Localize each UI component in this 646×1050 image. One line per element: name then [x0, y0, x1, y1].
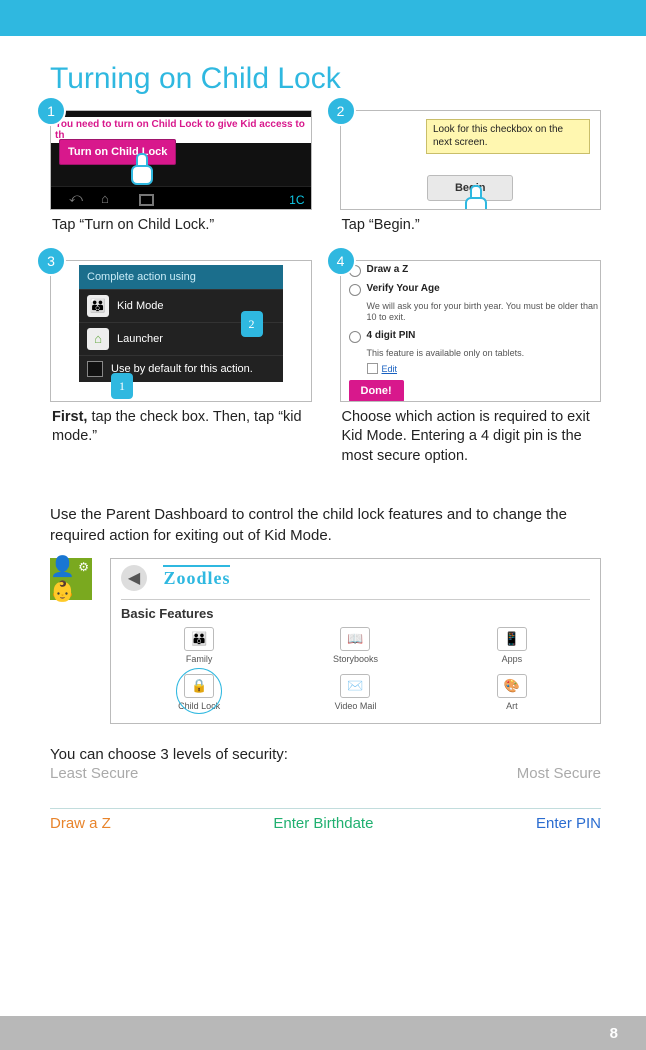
option-label: Kid Mode [117, 300, 163, 312]
method-draw-z: Draw a Z [50, 815, 111, 832]
tap-hand-icon [461, 185, 487, 210]
home-icon: ⌂ [101, 191, 109, 206]
security-methods: Draw a Z Enter Birthdate Enter PIN [50, 815, 601, 832]
child-lock-icon: 🔒 [184, 674, 214, 698]
brand-label: Zoodles [163, 565, 230, 589]
method-birthdate: Enter Birthdate [273, 815, 373, 832]
page-title: Turning on Child Lock [50, 62, 601, 96]
step-4-caption: Choose which action is required to exit … [342, 408, 600, 467]
option-verify-age-sub: We will ask you for your birth year. You… [367, 301, 601, 324]
step-3: 3 Complete action using 👪 Kid Mode ⌂ Lau… [50, 260, 312, 481]
feature-storybooks[interactable]: 📖Storybooks [277, 627, 433, 664]
option-verify-age[interactable]: Verify Your Age [341, 280, 601, 299]
edit-link[interactable]: Edit [367, 363, 601, 374]
feature-grid: 👪Family 📖Storybooks 📱Apps 🔒Child Lock ✉️… [121, 627, 590, 711]
method-pin: Enter PIN [536, 815, 601, 832]
feature-apps[interactable]: 📱Apps [434, 627, 590, 664]
security-intro: You can choose 3 levels of security: [50, 746, 601, 763]
back-icon[interactable]: ◀ [121, 565, 147, 591]
pointer-2: 2 [241, 311, 263, 337]
least-secure-label: Least Secure [50, 765, 138, 782]
step-4-thumbnail: Draw a Z Verify Your Age We will ask you… [340, 260, 602, 402]
page-number: 8 [610, 1025, 618, 1042]
family-icon: 👪 [184, 627, 214, 651]
art-icon: 🎨 [497, 674, 527, 698]
chooser-header: Complete action using [79, 265, 283, 289]
back-icon: ⤺ [69, 190, 83, 206]
step-badge: 1 [36, 96, 66, 126]
most-secure-label: Most Secure [517, 765, 601, 782]
step-badge: 2 [326, 96, 356, 126]
feature-family[interactable]: 👪Family [121, 627, 277, 664]
step-2: 2 Look for this checkbox on the next scr… [340, 110, 602, 250]
step-3-thumbnail: Complete action using 👪 Kid Mode ⌂ Launc… [50, 260, 312, 402]
done-button[interactable]: Done! [349, 380, 404, 401]
use-default-row[interactable]: Use by default for this action. [79, 355, 283, 382]
option-label: Launcher [117, 333, 163, 345]
option-draw-z[interactable]: Draw a Z [341, 261, 601, 280]
section-header: Basic Features [121, 599, 590, 621]
top-bar [0, 0, 646, 36]
option-pin[interactable]: 4 digit PIN [341, 327, 601, 346]
step-badge: 3 [36, 246, 66, 276]
tooltip-text: Look for this checkbox on the next scree… [426, 119, 590, 154]
gear-icon: ⚙ [78, 560, 89, 574]
step-4: 4 Draw a Z Verify Your Age We will ask y… [340, 260, 602, 481]
apps-icon: 📱 [497, 627, 527, 651]
pointer-1: 1 [111, 373, 133, 399]
dashboard-panel: ◀ Zoodles Basic Features 👪Family 📖Storyb… [110, 558, 601, 724]
feature-video-mail[interactable]: ✉️Video Mail [277, 674, 433, 711]
step-1: 1 You need to turn on Child Lock to give… [50, 110, 312, 250]
step-1-thumbnail: You need to turn on Child Lock to give K… [50, 110, 312, 210]
storybooks-icon: 📖 [340, 627, 370, 651]
clock-text: 1C [289, 193, 304, 207]
video-mail-icon: ✉️ [340, 674, 370, 698]
security-spectrum: Least Secure Most Secure [50, 765, 601, 782]
turn-on-child-lock-button[interactable]: Turn on Child Lock [59, 139, 176, 165]
option-pin-sub: This feature is available only on tablet… [367, 348, 601, 359]
default-label: Use by default for this action. [111, 363, 253, 375]
step-2-thumbnail: Look for this checkbox on the next scree… [340, 110, 602, 210]
parent-dashboard-icon: 👤👶⚙ [50, 558, 92, 600]
step-1-caption: Tap “Turn on Child Lock.” [52, 216, 310, 236]
feature-child-lock[interactable]: 🔒Child Lock [121, 674, 277, 711]
page-footer: 8 [0, 1016, 646, 1050]
default-checkbox[interactable] [87, 361, 103, 377]
divider [50, 808, 601, 809]
feature-art[interactable]: 🎨Art [434, 674, 590, 711]
kid-mode-icon: 👪 [87, 295, 109, 317]
tap-hand-icon [127, 153, 153, 183]
step-3-caption: First, tap the check box. Then, tap “kid… [52, 408, 310, 447]
step-badge: 4 [326, 246, 356, 276]
dashboard-intro: Use the Parent Dashboard to control the … [50, 504, 601, 546]
recent-icon [139, 194, 154, 206]
step-2-caption: Tap “Begin.” [342, 216, 600, 236]
launcher-icon: ⌂ [87, 328, 109, 350]
